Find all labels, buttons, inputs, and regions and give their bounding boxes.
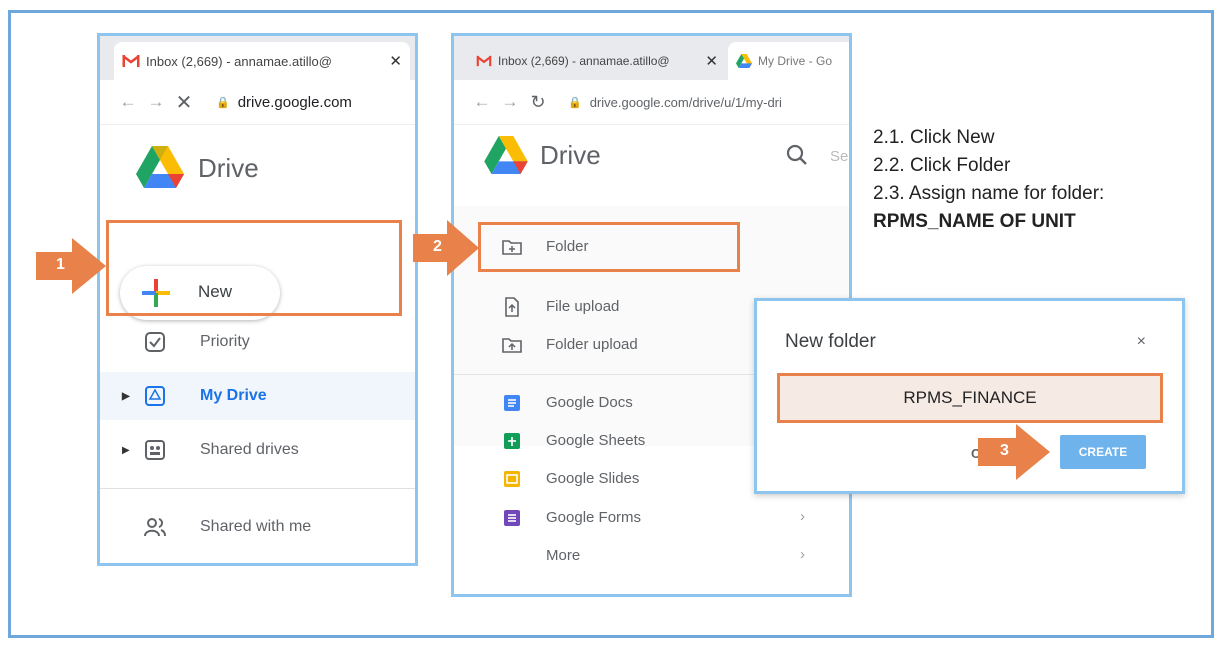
chevron-right-icon: › xyxy=(800,546,805,563)
back-arrow-icon[interactable]: ← xyxy=(114,92,142,112)
drive-tab-icon xyxy=(736,54,752,68)
file-upload-icon xyxy=(505,297,519,317)
menu-item-google-forms[interactable]: Google Forms › xyxy=(454,499,849,537)
browser-panel-1: Inbox (2,669) - annamae.atillo@ ✕ ← → ✕ … xyxy=(97,33,418,566)
gmail-icon xyxy=(122,55,140,67)
shared-drives-icon xyxy=(145,440,165,460)
step2-highlight xyxy=(478,222,740,272)
google-docs-icon xyxy=(504,395,520,411)
step1-number: 1 xyxy=(56,256,65,273)
tab-my-drive[interactable]: My Drive - Go xyxy=(728,42,849,80)
menu-item-label: More xyxy=(546,547,581,564)
create-button[interactable]: CREATE xyxy=(1060,435,1146,469)
google-slides-icon xyxy=(504,471,520,487)
expand-caret-icon[interactable]: ▶ xyxy=(122,445,130,456)
back-arrow-icon[interactable]: ← xyxy=(468,92,496,112)
google-forms-icon xyxy=(504,510,520,526)
google-sheets-icon xyxy=(504,433,520,449)
gmail-icon xyxy=(476,55,492,67)
step3-number: 3 xyxy=(1000,442,1009,459)
tab-gmail-inbox[interactable]: Inbox (2,669) - annamae.atillo@ ✕ xyxy=(114,42,410,80)
stop-loading-icon[interactable]: ✕ xyxy=(170,90,198,115)
address-bar: ← → ✕ 🔒 drive.google.com xyxy=(100,80,415,125)
sidebar-item-my-drive[interactable]: ▶ My Drive xyxy=(100,372,415,420)
search-icon[interactable] xyxy=(786,144,808,166)
forward-arrow-icon[interactable]: → xyxy=(496,92,524,112)
folder-upload-icon xyxy=(502,338,522,353)
tab-close-icon[interactable]: ✕ xyxy=(705,52,718,70)
menu-item-label: File upload xyxy=(546,298,620,315)
step2-number: 2 xyxy=(433,238,442,255)
instruction-line: 2.3. Assign name for folder: xyxy=(873,183,1105,204)
sidebar-item-priority[interactable]: Priority xyxy=(100,318,415,366)
url-text[interactable]: drive.google.com xyxy=(238,94,352,111)
url-text[interactable]: drive.google.com/drive/u/1/my-dri xyxy=(590,95,782,110)
new-folder-dialog: New folder × RPMS_FINANCE C CREATE xyxy=(754,298,1185,494)
drive-logo-icon xyxy=(136,146,184,188)
tab-bar: Inbox (2,669) - annamae.atillo@ ✕ My Dri… xyxy=(454,36,849,80)
tab-title: Inbox (2,669) - annamae.atillo@ xyxy=(498,54,670,68)
sidebar-item-label: Priority xyxy=(200,333,250,350)
tab-close-icon[interactable]: ✕ xyxy=(389,52,402,70)
menu-item-label: Google Sheets xyxy=(546,432,646,449)
tab-gmail-inbox[interactable]: Inbox (2,669) - annamae.atillo@ ✕ xyxy=(468,42,726,80)
dialog-title: New folder xyxy=(785,331,876,352)
instruction-line-folder-name: RPMS_NAME OF UNIT xyxy=(873,211,1076,232)
lock-icon: 🔒 xyxy=(216,96,230,109)
sidebar-item-label: My Drive xyxy=(200,387,267,404)
menu-item-label: Google Forms xyxy=(546,509,642,526)
menu-item-label: Google Slides xyxy=(546,470,640,487)
close-icon[interactable]: × xyxy=(1137,333,1146,351)
sidebar-item-label: Shared drives xyxy=(200,441,299,458)
drive-app-name: Drive xyxy=(198,153,259,183)
shared-with-me-icon xyxy=(144,518,166,537)
instruction-line: 2.2. Click Folder xyxy=(873,155,1011,176)
address-bar: ← → ↻ 🔒 drive.google.com/drive/u/1/my-dr… xyxy=(454,80,849,125)
expand-caret-icon[interactable]: ▶ xyxy=(122,391,130,402)
tab-title: My Drive - Go xyxy=(758,54,833,68)
step1-arrow-icon xyxy=(36,238,106,294)
my-drive-icon xyxy=(145,386,165,406)
menu-item-more[interactable]: More › xyxy=(454,537,849,575)
sidebar-item-shared-with-me[interactable]: Shared with me xyxy=(100,503,415,551)
menu-item-label: Folder upload xyxy=(546,336,638,353)
menu-item-label: Google Docs xyxy=(546,394,633,411)
step2-arrow-icon xyxy=(413,220,479,276)
step1-highlight xyxy=(106,220,402,316)
reload-icon[interactable]: ↻ xyxy=(524,92,552,113)
folder-name-input[interactable]: RPMS_FINANCE xyxy=(777,373,1163,423)
sidebar-divider xyxy=(100,488,415,489)
chevron-right-icon: › xyxy=(800,508,805,525)
forward-arrow-icon[interactable]: → xyxy=(142,92,170,112)
drive-app-name: Drive xyxy=(540,140,601,170)
step3-arrow-icon xyxy=(978,424,1050,480)
instructions: 2.1. Click New 2.2. Click Folder 2.3. As… xyxy=(873,124,1104,236)
sidebar-item-label: Shared with me xyxy=(200,518,312,535)
tab-bar: Inbox (2,669) - annamae.atillo@ ✕ xyxy=(100,36,415,80)
sidebar-item-shared-drives[interactable]: ▶ Shared drives xyxy=(100,426,415,474)
instruction-line: 2.1. Click New xyxy=(873,127,995,148)
search-input-stub[interactable]: Se xyxy=(830,148,848,165)
priority-check-icon xyxy=(145,332,165,352)
lock-icon: 🔒 xyxy=(568,96,582,109)
drive-logo-icon xyxy=(484,136,528,174)
tab-title: Inbox (2,669) - annamae.atillo@ xyxy=(146,53,332,69)
